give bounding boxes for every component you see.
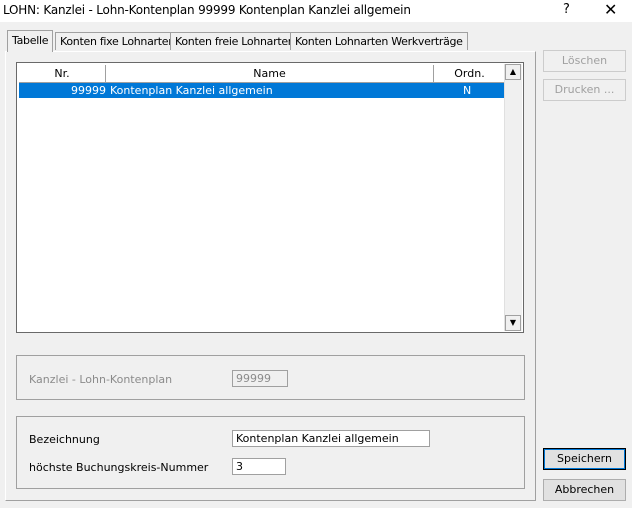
scroll-up-icon[interactable]: ▲: [505, 64, 521, 80]
drucken-button[interactable]: Drucken ...: [543, 79, 626, 101]
title-bar: LOHN: Kanzlei - Lohn-Kontenplan 99999 Ko…: [0, 0, 632, 22]
table-row[interactable]: 99999 Kontenplan Kanzlei allgemein N: [19, 83, 506, 98]
kontenplan-label: Kanzlei - Lohn-Kontenplan: [29, 373, 173, 386]
help-button[interactable]: ?: [563, 2, 570, 17]
vertical-scrollbar[interactable]: ▲ ▼: [504, 64, 522, 331]
kontenplan-field: 99999: [232, 370, 288, 387]
bezeichnung-label: Bezeichnung: [29, 433, 100, 446]
cell-name: Kontenplan Kanzlei allgemein: [110, 84, 273, 97]
buchungskreis-field[interactable]: 3: [232, 458, 286, 475]
tab-tabelle[interactable]: Tabelle: [7, 30, 54, 52]
abbrechen-button[interactable]: Abbrechen: [543, 479, 626, 501]
loeschen-button[interactable]: Löschen: [543, 50, 626, 72]
cell-nr: 99999: [71, 84, 106, 97]
column-header-name[interactable]: Name: [106, 65, 434, 83]
tab-konten-freie-lohnarten[interactable]: Konten freie Lohnarten: [170, 32, 300, 50]
details-group: [16, 416, 525, 489]
tab-konten-lohnarten-werkvertraege[interactable]: Konten Lohnarten Werkverträge: [290, 32, 468, 50]
kontenplan-table[interactable]: Nr. Name Ordn. 99999 Kontenplan Kanzlei …: [16, 62, 524, 333]
window-title: LOHN: Kanzlei - Lohn-Kontenplan 99999 Ko…: [3, 3, 411, 17]
buchungskreis-label: höchste Buchungskreis-Nummer: [29, 461, 209, 474]
bezeichnung-field[interactable]: Kontenplan Kanzlei allgemein: [232, 430, 430, 447]
column-header-nr[interactable]: Nr.: [19, 65, 106, 83]
speichern-button[interactable]: Speichern: [543, 448, 626, 470]
scroll-down-icon[interactable]: ▼: [505, 315, 521, 331]
tab-konten-fixe-lohnarten[interactable]: Konten fixe Lohnarten: [55, 32, 180, 50]
column-header-ordn[interactable]: Ordn.: [434, 65, 506, 83]
close-button[interactable]: ✕: [604, 0, 617, 19]
cell-ordn: N: [463, 84, 472, 97]
